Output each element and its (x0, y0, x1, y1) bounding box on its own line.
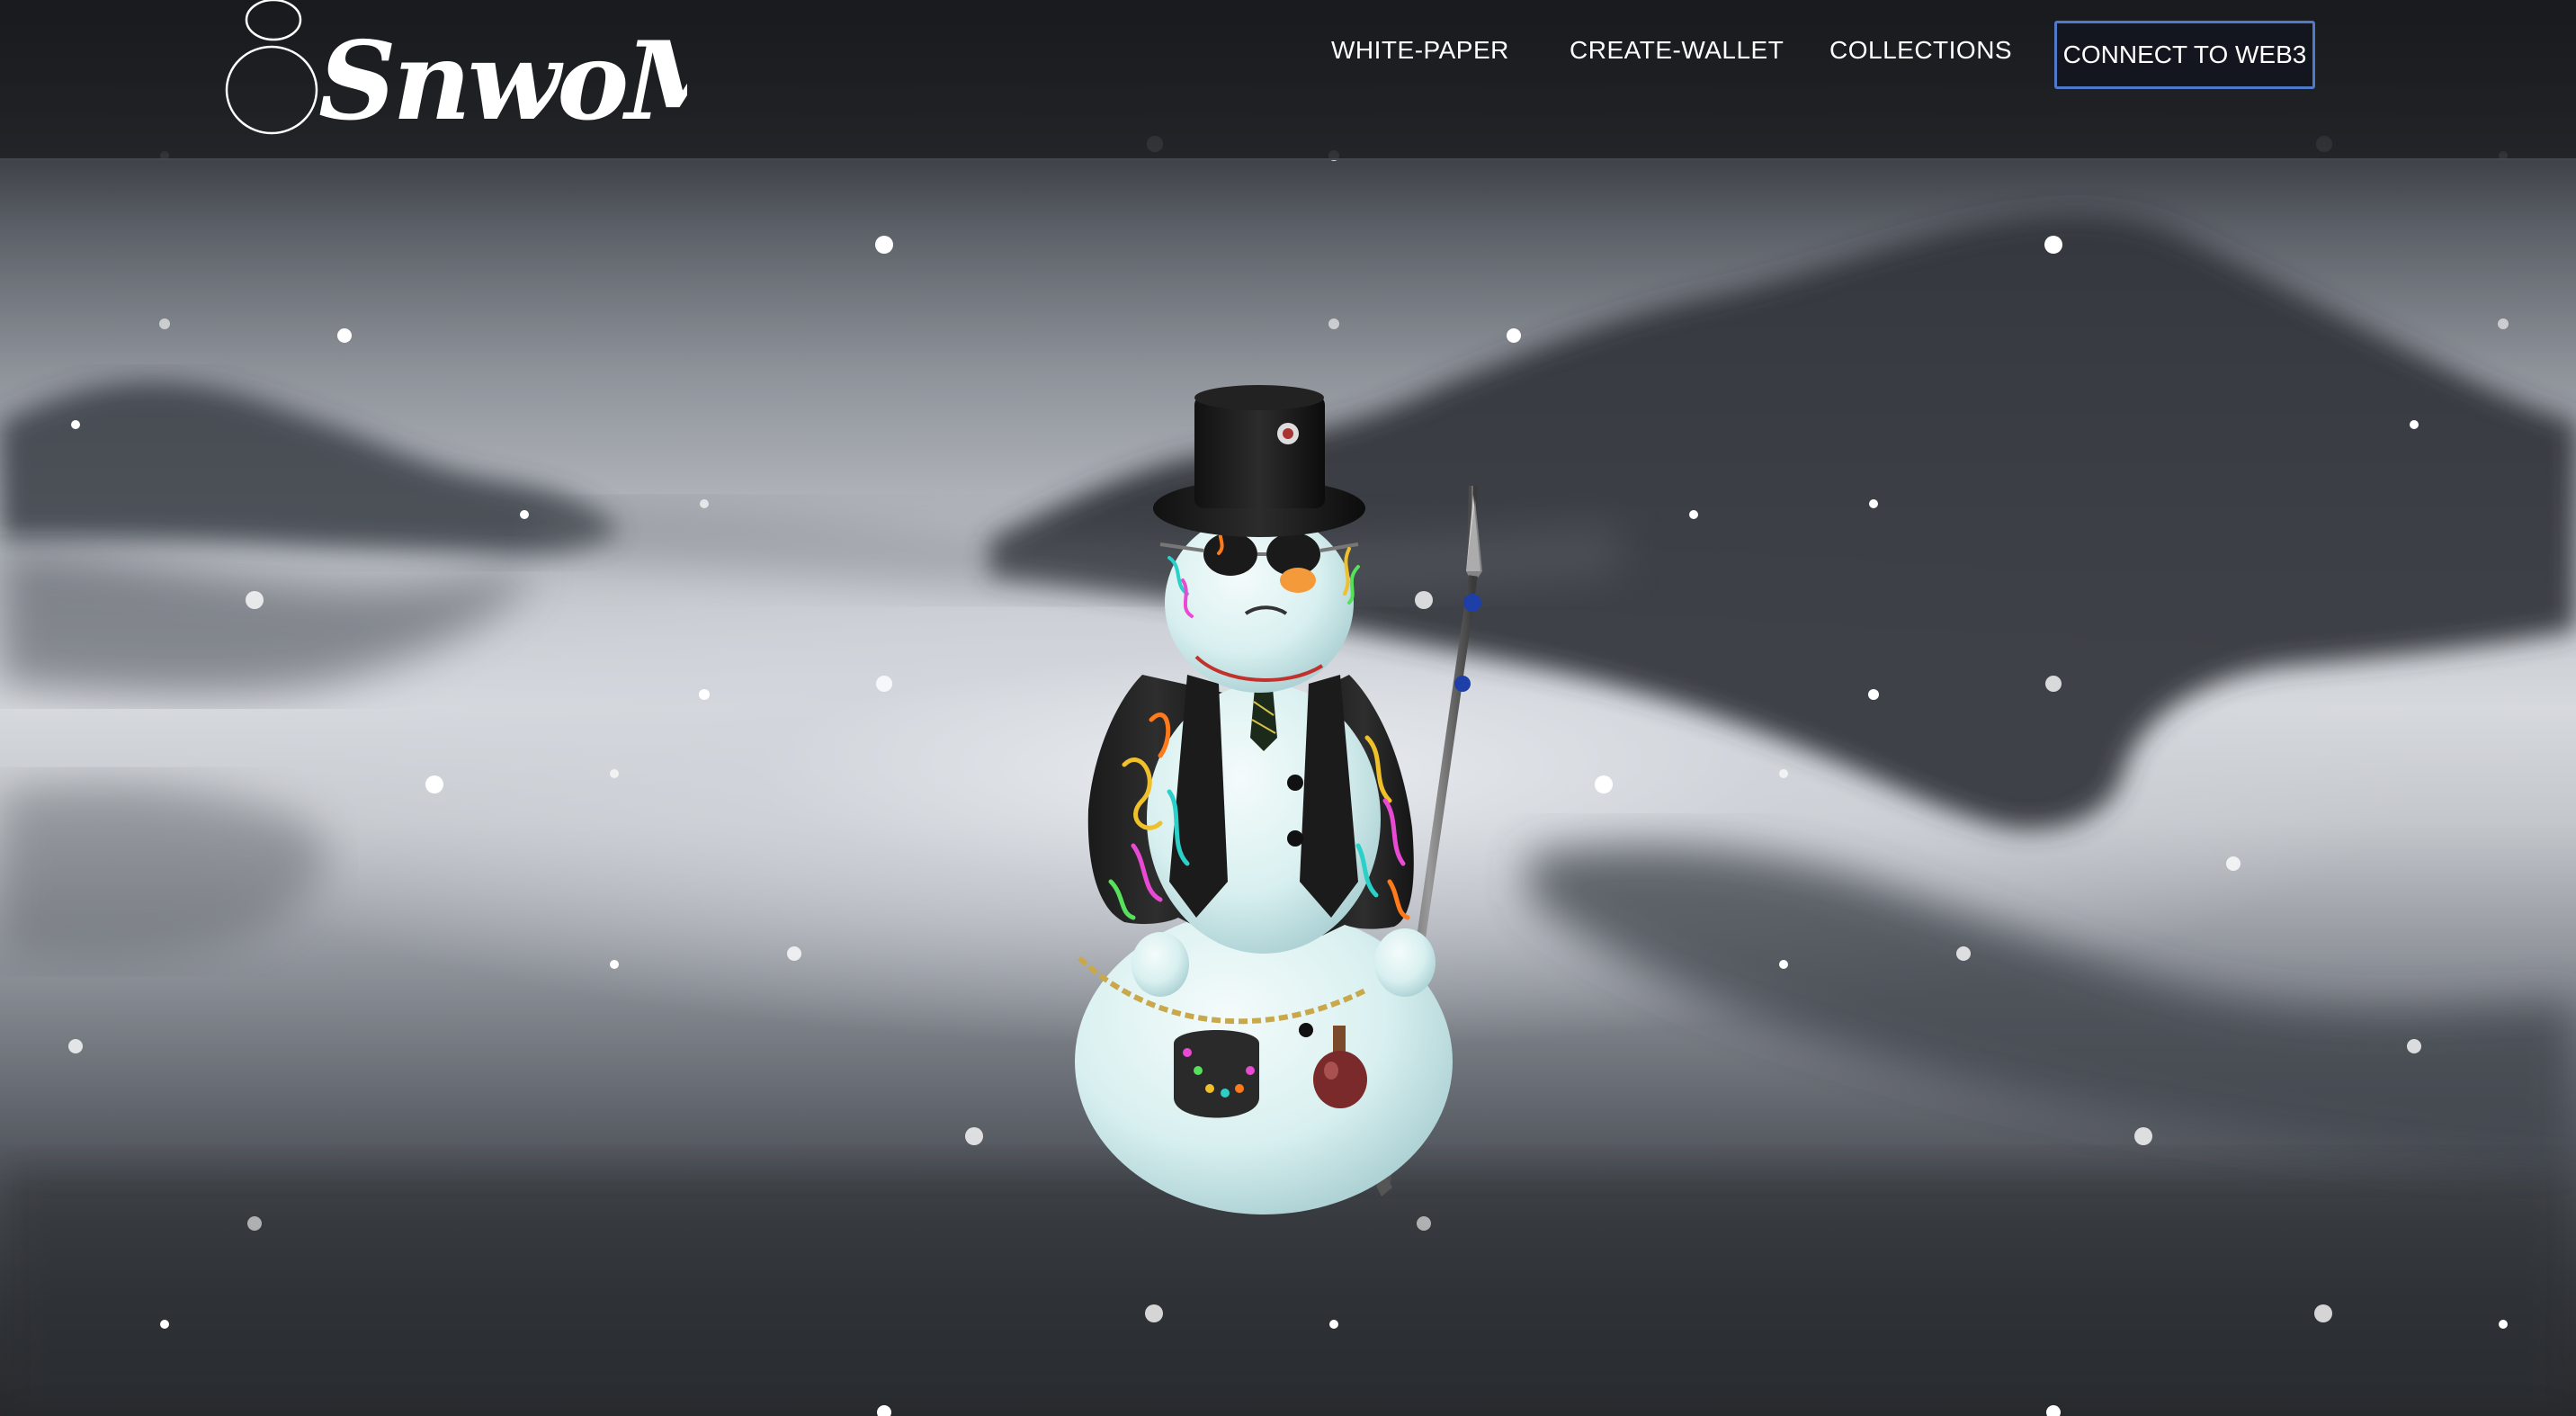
connect-web3-button[interactable]: CONNECT TO WEB3 (2054, 21, 2315, 89)
top-navbar: SnwoMan WHITE-PAPER CREATE-WALLET COLLEC… (0, 0, 2576, 160)
nav-link-white-paper[interactable]: WHITE-PAPER (1331, 36, 1509, 65)
site-logo[interactable]: SnwoMan (219, 0, 886, 145)
nav-link-create-wallet[interactable]: CREATE-WALLET (1570, 36, 1784, 65)
snowman-logo-icon: SnwoMan (225, 0, 886, 145)
page: SnwoMan WHITE-PAPER CREATE-WALLET COLLEC… (0, 0, 2576, 1416)
nav-link-collections[interactable]: COLLECTIONS (1829, 36, 2012, 65)
snowman-character-illustration (1075, 385, 1482, 1214)
logo-text: SnwoMan (318, 18, 687, 137)
